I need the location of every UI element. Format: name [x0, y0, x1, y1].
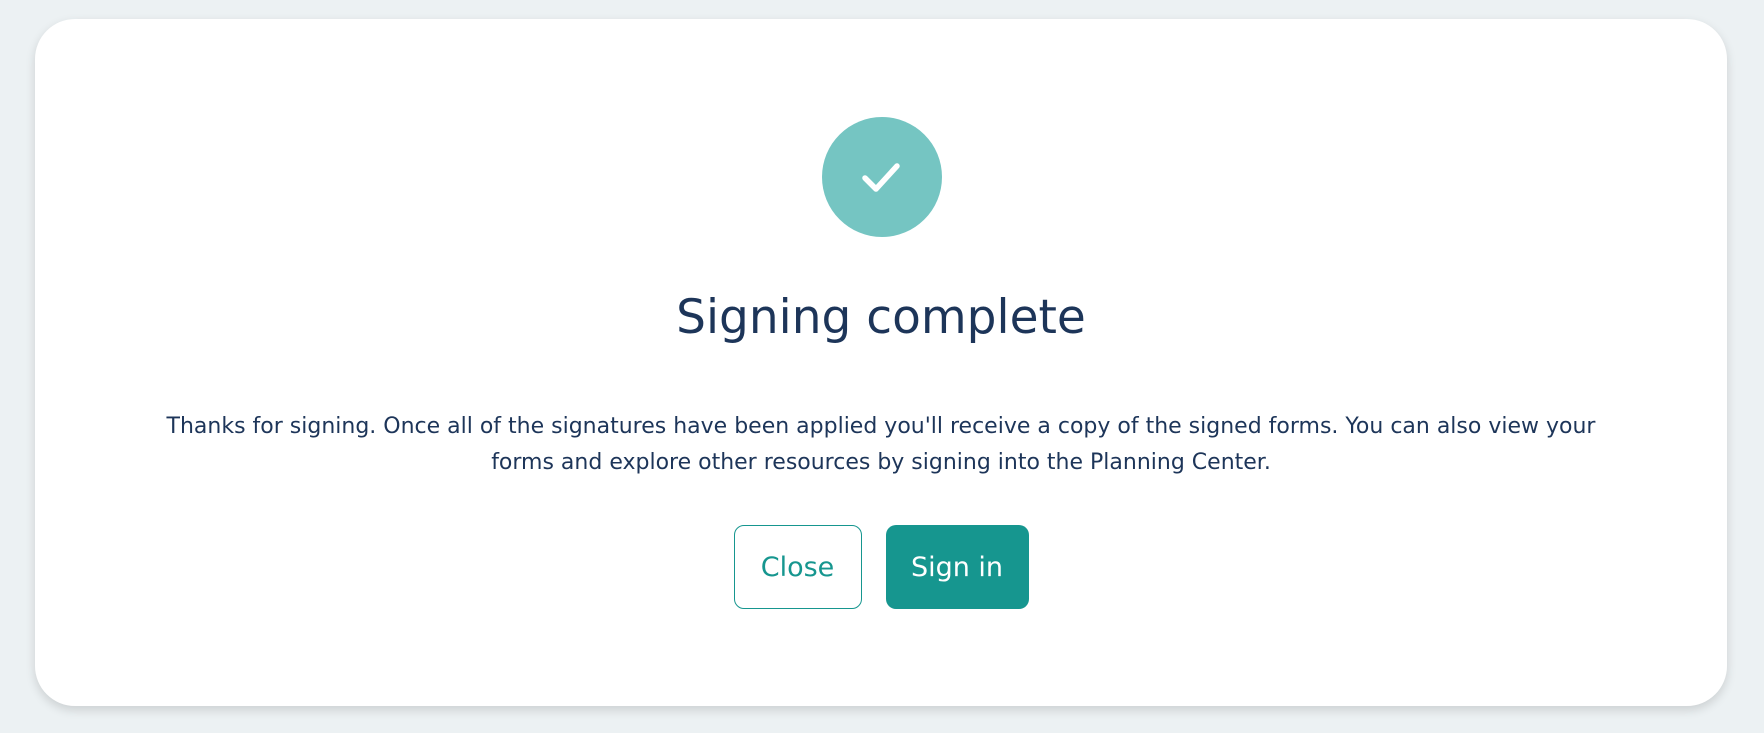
signing-complete-card: Signing complete Thanks for signing. Onc…: [35, 19, 1727, 706]
success-check-circle: [822, 117, 942, 237]
dialog-message: Thanks for signing. Once all of the sign…: [166, 414, 1596, 475]
close-button[interactable]: Close: [733, 525, 862, 609]
dialog-actions: Close Sign in: [35, 525, 1727, 609]
checkmark-icon: [862, 163, 900, 192]
sign-in-button[interactable]: Sign in: [885, 525, 1029, 609]
dialog-title: Signing complete: [676, 290, 1086, 345]
